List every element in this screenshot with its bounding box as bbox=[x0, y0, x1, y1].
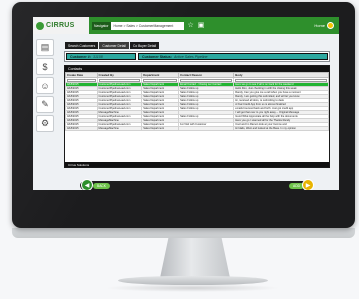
gear-icon: ⚙ bbox=[40, 118, 50, 128]
column-filter-input[interactable] bbox=[180, 78, 233, 82]
document-icon: ▤ bbox=[40, 42, 50, 52]
table-row[interactable]: 4/18/2015 CustomerPipelineLead.com Sales D… bbox=[65, 90, 329, 95]
side-toolbar: ▤ $ ☺ ✎ ⚙ bbox=[36, 39, 56, 134]
column-filter-input[interactable] bbox=[98, 78, 141, 82]
table-row[interactable]: 4/18/2015 CustomerPipelineLead.com Sales D… bbox=[65, 94, 329, 99]
table-cell: MessageMachine bbox=[96, 126, 143, 131]
table-row[interactable]: 4/18/2015 MessageMachine Sales Department H… bbox=[65, 126, 329, 131]
back-button[interactable]: BACK bbox=[93, 183, 110, 189]
contacts-table: Create Date Created By Department Contact R… bbox=[65, 72, 329, 131]
home-link[interactable]: Home bbox=[314, 23, 325, 28]
notes-icon: ✎ bbox=[41, 99, 49, 109]
table-cell: Hi Idalis, Went and looked at the Bass. … bbox=[233, 126, 329, 131]
navigator-label: Navigator bbox=[92, 21, 111, 30]
customer-number-field: Customer #: 31108 bbox=[66, 53, 136, 60]
customer-status-label: Customer Status: bbox=[142, 54, 172, 59]
cloud-icon bbox=[36, 21, 44, 30]
contacts-footer: Cirrus Solutions bbox=[65, 162, 329, 167]
breadcrumb[interactable]: Home > Sales > CustomerManagement bbox=[110, 21, 184, 30]
logo-text: CIRRUS bbox=[46, 22, 75, 29]
customer-number-label: Customer #: bbox=[70, 54, 91, 59]
chat-icon[interactable]: ▣ bbox=[198, 22, 205, 29]
money-icon: $ bbox=[42, 61, 48, 72]
tab-customer-detail[interactable]: Customer Detail bbox=[99, 42, 129, 49]
add-arrow-icon[interactable]: ▶ bbox=[302, 179, 314, 190]
column-filter-input[interactable] bbox=[143, 78, 178, 82]
navigator[interactable]: Navigator Home > Sales > CustomerManagem… bbox=[92, 21, 184, 30]
action-bar bbox=[80, 181, 313, 190]
monitor-stand-base bbox=[118, 276, 268, 285]
table-row[interactable]: 4/18/2015 CustomerPipelineLead.com Sales D… bbox=[65, 86, 329, 91]
monitor-chin bbox=[12, 228, 355, 238]
customer-status-field: Customer Status: Active Sales Pipeline bbox=[138, 53, 328, 60]
monitor-stand-neck bbox=[160, 238, 230, 278]
tab-co-buyer-detail[interactable]: Co Buyer Detail bbox=[129, 42, 160, 49]
table-row[interactable]: 4/18/2015 CustomerPipelineLead.com Sales D… bbox=[65, 82, 329, 87]
side-button-people[interactable]: ☺ bbox=[36, 77, 54, 94]
tab-search-customers[interactable]: Search Customers bbox=[65, 42, 99, 49]
side-button-settings[interactable]: ⚙ bbox=[36, 115, 54, 132]
back-arrow-icon[interactable]: ◀ bbox=[81, 179, 93, 190]
column-filter-input[interactable] bbox=[235, 78, 327, 82]
people-icon: ☺ bbox=[40, 80, 50, 91]
tab-bar: Search Customers Customer Detail Co Buye… bbox=[65, 42, 160, 49]
customer-status-value: Active Sales Pipeline bbox=[173, 54, 208, 59]
customer-number-value: 31108 bbox=[92, 54, 103, 59]
side-button-notes[interactable]: ✎ bbox=[36, 96, 54, 113]
table-row[interactable]: 4/18/2015 CustomerPipelineLead.com Sales D… bbox=[65, 106, 329, 111]
customer-info-bar: Customer #: 31108 Customer Status: Activ… bbox=[64, 51, 330, 62]
star-icon[interactable]: ☆ bbox=[188, 22, 194, 29]
app-header: CIRRUS Navigator Home > Sales > Customer… bbox=[33, 17, 339, 34]
side-button-documents[interactable]: ▤ bbox=[36, 39, 54, 56]
app-screen: CIRRUS Navigator Home > Sales > Customer… bbox=[33, 17, 339, 190]
home-icon[interactable] bbox=[327, 22, 334, 29]
column-filter-input[interactable] bbox=[67, 78, 96, 82]
table-cell bbox=[178, 126, 235, 131]
contacts-panel: Contacts Create Date Created By Department… bbox=[64, 65, 330, 168]
table-row[interactable]: 4/18/2015 CustomerPipelineLead.com Sales D… bbox=[65, 114, 329, 119]
stand-shadow bbox=[105, 284, 280, 292]
side-button-money[interactable]: $ bbox=[36, 58, 54, 75]
app-logo[interactable]: CIRRUS bbox=[33, 17, 89, 34]
table-cell: 4/18/2015 bbox=[65, 126, 98, 131]
table-cell: Sales Department bbox=[141, 126, 180, 131]
monitor: CIRRUS Navigator Home > Sales > Customer… bbox=[12, 2, 355, 228]
